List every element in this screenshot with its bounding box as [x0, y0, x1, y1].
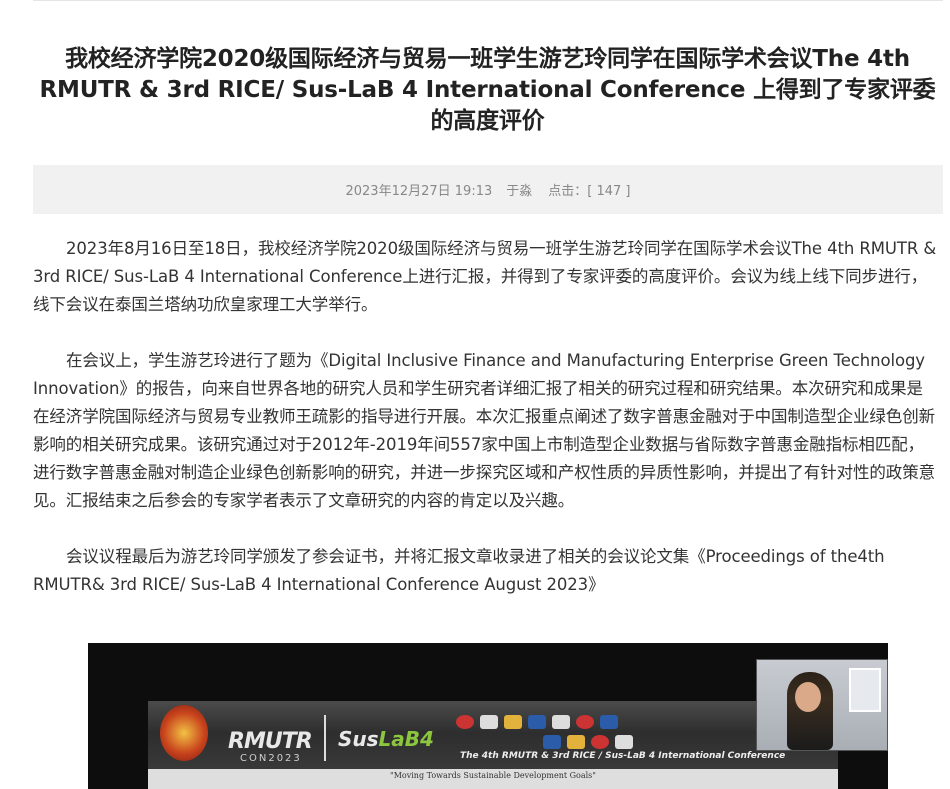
partner-logo [576, 715, 594, 729]
top-divider [33, 0, 943, 1]
partner-logo [543, 735, 561, 749]
conference-slogan: "Moving Towards Sustainable Development … [148, 769, 838, 789]
webcam-background-window [849, 668, 881, 712]
suslab-logo-sus: Sus [338, 727, 379, 751]
publish-date: 2023年12月27日 19:13 [345, 184, 493, 199]
suslab-logo-lab: LaB4 [378, 727, 434, 751]
partner-logo [615, 735, 633, 749]
partner-logo [600, 715, 618, 729]
partner-logo [480, 715, 498, 729]
partner-logo [504, 715, 522, 729]
university-seal-logo [160, 705, 208, 761]
article-meta-bar: 2023年12月27日 19:13 于淼 点击：[ 147 ] [33, 165, 943, 214]
views-label: 点击： [548, 184, 588, 199]
rmutr-logo-text: RMUTR [228, 729, 313, 754]
presenter-webcam [756, 659, 888, 751]
suslab-logo: SusLaB4 [338, 727, 434, 751]
views-count: 点击：[ 147 ] [548, 180, 630, 199]
author: 于淼 [506, 184, 533, 199]
partner-logo [567, 735, 585, 749]
partner-logo [528, 715, 546, 729]
paragraph-1: 2023年8月16日至18日，我校经济学院2020级国际经济与贸易一班学生游艺玲… [33, 239, 937, 314]
partner-logo [591, 735, 609, 749]
article-title: 我校经济学院2020级国际经济与贸易一班学生游艺玲同学在国际学术会议The 4t… [39, 46, 936, 134]
partner-logo [456, 715, 474, 729]
conference-screenshot-image: RMUTR CON2023 SusLaB4 The 4th RMUTR & 3r… [88, 643, 888, 789]
partner-logos-row-1 [456, 715, 618, 729]
views-value: [ 147 ] [587, 184, 631, 199]
partner-logo [552, 715, 570, 729]
presenter-face [795, 682, 821, 712]
paragraph-2: 在会议上，学生游艺玲进行了题为《Digital Inclusive Financ… [33, 351, 936, 510]
conference-caption: The 4th RMUTR & 3rd RICE / Sus-LaB 4 Int… [460, 751, 786, 761]
partner-logos-row-2 [543, 735, 633, 749]
article-body: 2023年8月16日至18日，我校经济学院2020级国际经济与贸易一班学生游艺玲… [33, 235, 938, 627]
rmutr-logo-subtext: CON2023 [240, 753, 302, 764]
paragraph-3: 会议议程最后为游艺玲同学颁发了参会证书，并将汇报文章收录进了相关的会议论文集《P… [33, 547, 885, 594]
logo-divider [324, 715, 326, 761]
